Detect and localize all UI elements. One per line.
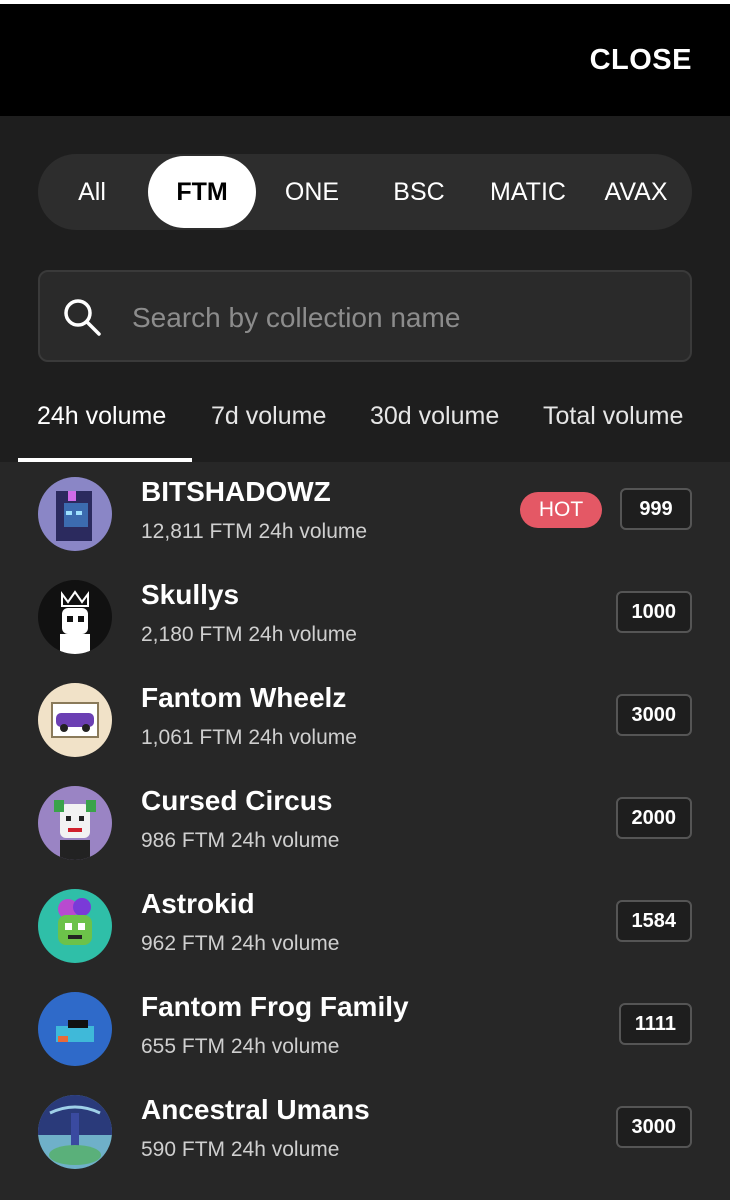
chain-avax[interactable]: AVAX — [582, 156, 690, 228]
collection-name: Skullys — [141, 579, 240, 610]
item-count-badge: 1000 — [615, 591, 692, 633]
collection-volume: 1,061 FTM 24h volume — [141, 726, 357, 749]
search-box — [38, 270, 692, 362]
collection-volume: 986 FTM 24h volume — [141, 829, 340, 852]
collection-volume: 962 FTM 24h volume — [141, 932, 340, 955]
tab-7d-volume[interactable]: 7d volume — [211, 402, 326, 431]
search-input[interactable] — [130, 288, 674, 348]
fantom-wheelz-avatar — [38, 683, 112, 757]
collection-row[interactable]: Ancestral Umans 590 FTM 24h volume 3000 — [0, 1080, 730, 1183]
collection-volume: 590 FTM 24h volume — [141, 1138, 340, 1161]
collection-name: Fantom Frog Family — [141, 991, 409, 1022]
item-count-badge: 1584 — [615, 900, 692, 942]
chain-bsc[interactable]: BSC — [365, 156, 473, 228]
hot-badge: HOT — [520, 492, 602, 528]
collection-name: BITSHADOWZ — [141, 476, 331, 507]
item-count-badge: 3000 — [615, 1106, 692, 1148]
collection-row[interactable]: BITSHADOWZ 12,811 FTM 24h volume HOT 999 — [0, 462, 730, 565]
search-icon — [64, 299, 101, 336]
tab-total-volume[interactable]: Total volume — [543, 402, 683, 431]
item-count-badge: 999 — [620, 488, 692, 530]
collection-name: Ancestral Umans — [141, 1094, 370, 1125]
collection-name: Fantom Wheelz — [141, 682, 347, 713]
bitshadowz-avatar — [38, 477, 112, 551]
chain-all[interactable]: All — [38, 156, 146, 228]
collection-volume: 2,180 FTM 24h volume — [141, 623, 357, 646]
collection-row[interactable]: Skullys 2,180 FTM 24h volume 1000 — [0, 565, 730, 668]
fantom-frog-family-avatar — [38, 992, 112, 1066]
tab-24h-volume[interactable]: 24h volume — [37, 402, 166, 431]
collection-volume: 12,811 FTM 24h volume — [141, 520, 368, 543]
top-bar: CLOSE — [0, 0, 730, 116]
chain-one[interactable]: ONE — [258, 156, 366, 228]
collection-row[interactable]: Cursed Circus 986 FTM 24h volume 2000 — [0, 771, 730, 874]
collection-name: Cursed Circus — [141, 785, 333, 816]
item-count-badge: 2000 — [615, 797, 692, 839]
item-count-badge: 1111 — [618, 1003, 692, 1045]
collection-row[interactable]: Fantom Frog Family 655 FTM 24h volume 11… — [0, 977, 730, 1080]
close-button[interactable]: CLOSE — [590, 44, 692, 77]
cursed-circus-avatar — [38, 786, 112, 860]
chain-filter: All FTM ONE BSC MATIC AVAX — [38, 154, 692, 230]
tab-30d-volume[interactable]: 30d volume — [370, 402, 499, 431]
ancestral-umans-avatar — [38, 1095, 112, 1169]
collection-panel: All FTM ONE BSC MATIC AVAX 24h volume 7d… — [0, 116, 730, 1200]
volume-tabs: 24h volume 7d volume 30d volume Total vo… — [0, 386, 730, 462]
item-count-badge: 3000 — [615, 694, 692, 736]
collection-row[interactable]: Astrokid 962 FTM 24h volume 1584 — [0, 874, 730, 977]
skullys-avatar — [38, 580, 112, 654]
collection-list: BITSHADOWZ 12,811 FTM 24h volume HOT 999… — [0, 462, 730, 1200]
chain-matic[interactable]: MATIC — [474, 156, 582, 228]
collection-volume: 655 FTM 24h volume — [141, 1035, 340, 1058]
astrokid-avatar — [38, 889, 112, 963]
collection-row[interactable]: Fantom Wheelz 1,061 FTM 24h volume 3000 — [0, 668, 730, 771]
collection-name: Astrokid — [141, 888, 255, 919]
chain-ftm[interactable]: FTM — [148, 156, 256, 228]
